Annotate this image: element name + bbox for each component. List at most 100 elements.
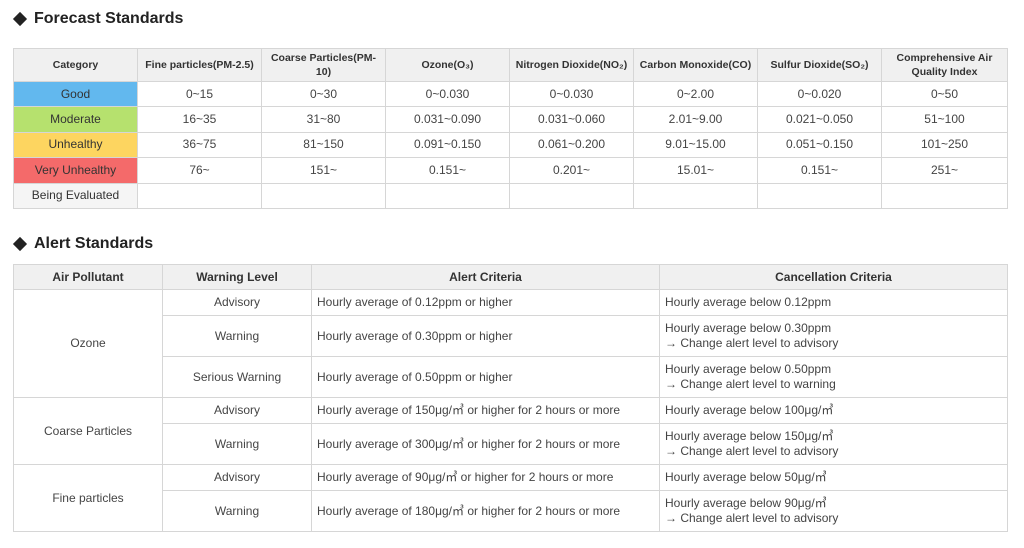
cancellation-criteria: Hourly average below 0.50ppm → Change al…	[659, 356, 1008, 398]
alert-criteria: Hourly average of 90μg/㎥ or higher for 2…	[311, 464, 660, 491]
cancel-text: Hourly average below 0.30ppm	[665, 321, 832, 335]
warning-level: Advisory	[162, 397, 312, 424]
pollutant-fine-particles: Fine particles	[13, 464, 163, 532]
table-cell: 0.031~0.060	[509, 106, 634, 133]
table-cell: 31~80	[261, 106, 386, 133]
category-very-unhealthy: Very Unhealthy	[13, 157, 138, 184]
alert-criteria: Hourly average of 180μg/㎥ or higher for …	[311, 490, 660, 532]
cancel-note: → Change alert level to advisory	[665, 336, 839, 350]
header-warning-level: Warning Level	[162, 264, 312, 290]
diamond-bullet-icon	[12, 11, 28, 27]
cancel-note: → Change alert level to advisory	[665, 511, 839, 525]
table-cell	[509, 182, 634, 209]
table-cell	[633, 182, 758, 209]
header-co: Carbon Monoxide(CO)	[633, 48, 758, 82]
header-air-pollutant: Air Pollutant	[13, 264, 163, 290]
table-cell: 2.01~9.00	[633, 106, 758, 133]
header-alert-criteria: Alert Criteria	[311, 264, 660, 290]
table-cell: 0~15	[137, 80, 262, 108]
table-cell: 0.021~0.050	[757, 106, 882, 133]
alert-criteria: Hourly average of 0.30ppm or higher	[311, 315, 660, 357]
table-cell: 81~150	[261, 131, 386, 159]
header-pm25: Fine particles(PM-2.5)	[137, 48, 262, 82]
table-row: Warning Hourly average of 0.30ppm or hig…	[14, 315, 1008, 357]
cancel-text: Hourly average below 50μg/㎥	[665, 470, 827, 484]
alert-standards-table: Air Pollutant Warning Level Alert Criter…	[13, 264, 1008, 532]
alert-criteria: Hourly average of 300μg/㎥ or higher for …	[311, 423, 660, 465]
warning-level: Warning	[162, 423, 312, 465]
cancel-text: Hourly average below 90μg/㎥	[665, 496, 827, 510]
warning-level: Serious Warning	[162, 356, 312, 398]
table-cell: 0~30	[261, 80, 386, 108]
cancellation-criteria: Hourly average below 150μg/㎥ → Change al…	[659, 423, 1008, 465]
table-row: Serious Warning Hourly average of 0.50pp…	[14, 356, 1008, 398]
category-being-evaluated: Being Evaluated	[13, 182, 138, 209]
table-row: Warning Hourly average of 300μg/㎥ or hig…	[14, 423, 1008, 465]
alert-title-text: Alert Standards	[34, 235, 154, 252]
table-row: Unhealthy 36~75 81~150 0.091~0.150 0.061…	[13, 131, 1008, 159]
table-cell	[385, 182, 510, 209]
cancel-text: Hourly average below 150μg/㎥	[665, 429, 834, 443]
table-row: Fine particles Advisory Hourly average o…	[13, 464, 1008, 532]
table-cell: 101~250	[881, 131, 1008, 159]
table-cell	[137, 182, 262, 209]
header-pm10: Coarse Particles(PM-10)	[261, 48, 386, 82]
table-cell: 9.01~15.00	[633, 131, 758, 159]
table-cell	[881, 182, 1008, 209]
table-cell	[261, 182, 386, 209]
header-cancellation-criteria: Cancellation Criteria	[659, 264, 1008, 290]
cancel-text: Hourly average below 0.12ppm	[665, 295, 832, 309]
cancellation-criteria: Hourly average below 50μg/㎥	[659, 464, 1008, 491]
alert-criteria: Hourly average of 150μg/㎥ or higher for …	[311, 397, 660, 424]
warning-level: Warning	[162, 490, 312, 532]
table-cell: 0~0.030	[385, 80, 510, 108]
cancellation-criteria: Hourly average below 0.30ppm → Change al…	[659, 315, 1008, 357]
table-row: Coarse Particles Advisory Hourly average…	[13, 397, 1008, 465]
table-cell: 0.091~0.150	[385, 131, 510, 159]
diamond-bullet-icon	[12, 236, 28, 252]
table-cell: 16~35	[137, 106, 262, 133]
alert-criteria: Hourly average of 0.12ppm or higher	[311, 289, 660, 316]
table-cell: 0.051~0.150	[757, 131, 882, 159]
cancel-note: → Change alert level to warning	[665, 377, 836, 391]
header-category: Category	[13, 48, 138, 82]
table-row: Being Evaluated	[13, 182, 1008, 209]
table-cell: 0~2.00	[633, 80, 758, 108]
table-cell: 15.01~	[633, 157, 758, 184]
table-cell: 76~	[137, 157, 262, 184]
header-no2: Nitrogen Dioxide(NO₂)	[509, 48, 634, 82]
table-cell: 0~0.020	[757, 80, 882, 108]
cancellation-criteria: Hourly average below 0.12ppm	[659, 289, 1008, 316]
forecast-standards-table: Category Fine particles(PM-2.5) Coarse P…	[13, 48, 1008, 209]
category-moderate: Moderate	[13, 106, 138, 133]
header-so2: Sulfur Dioxide(SO₂)	[757, 48, 882, 82]
header-ozone: Ozone(O₃)	[385, 48, 510, 82]
table-cell: 36~75	[137, 131, 262, 159]
cancellation-criteria: Hourly average below 90μg/㎥ → Change ale…	[659, 490, 1008, 532]
table-cell	[757, 182, 882, 209]
table-row: Moderate 16~35 31~80 0.031~0.090 0.031~0…	[13, 106, 1008, 133]
forecast-title-text: Forecast Standards	[34, 10, 184, 27]
cancel-text: Hourly average below 100μg/㎥	[665, 403, 834, 417]
table-cell: 0.151~	[757, 157, 882, 184]
table-row: Good 0~15 0~30 0~0.030 0~0.030 0~2.00 0~…	[13, 80, 1008, 108]
table-cell: 0~50	[881, 80, 1008, 108]
page: Forecast Standards Category Fine particl…	[0, 0, 1024, 548]
cancel-note: → Change alert level to advisory	[665, 444, 839, 458]
warning-level: Advisory	[162, 289, 312, 316]
pollutant-coarse-particles: Coarse Particles	[13, 397, 163, 465]
warning-level: Warning	[162, 315, 312, 357]
warning-level: Advisory	[162, 464, 312, 491]
table-cell: 0.201~	[509, 157, 634, 184]
category-good: Good	[13, 80, 138, 108]
header-aqi: Comprehensive Air Quality Index	[881, 48, 1008, 82]
alert-section-title: Alert Standards	[12, 235, 154, 253]
table-row: Warning Hourly average of 180μg/㎥ or hig…	[14, 490, 1008, 532]
pollutant-ozone: Ozone	[13, 289, 163, 398]
category-unhealthy: Unhealthy	[13, 131, 138, 159]
table-cell: 51~100	[881, 106, 1008, 133]
table-row: Ozone Advisory Hourly average of 0.12ppm…	[13, 289, 1008, 398]
forecast-header-row: Category Fine particles(PM-2.5) Coarse P…	[13, 48, 1008, 82]
cancel-text: Hourly average below 0.50ppm	[665, 362, 832, 376]
table-cell: 0.061~0.200	[509, 131, 634, 159]
